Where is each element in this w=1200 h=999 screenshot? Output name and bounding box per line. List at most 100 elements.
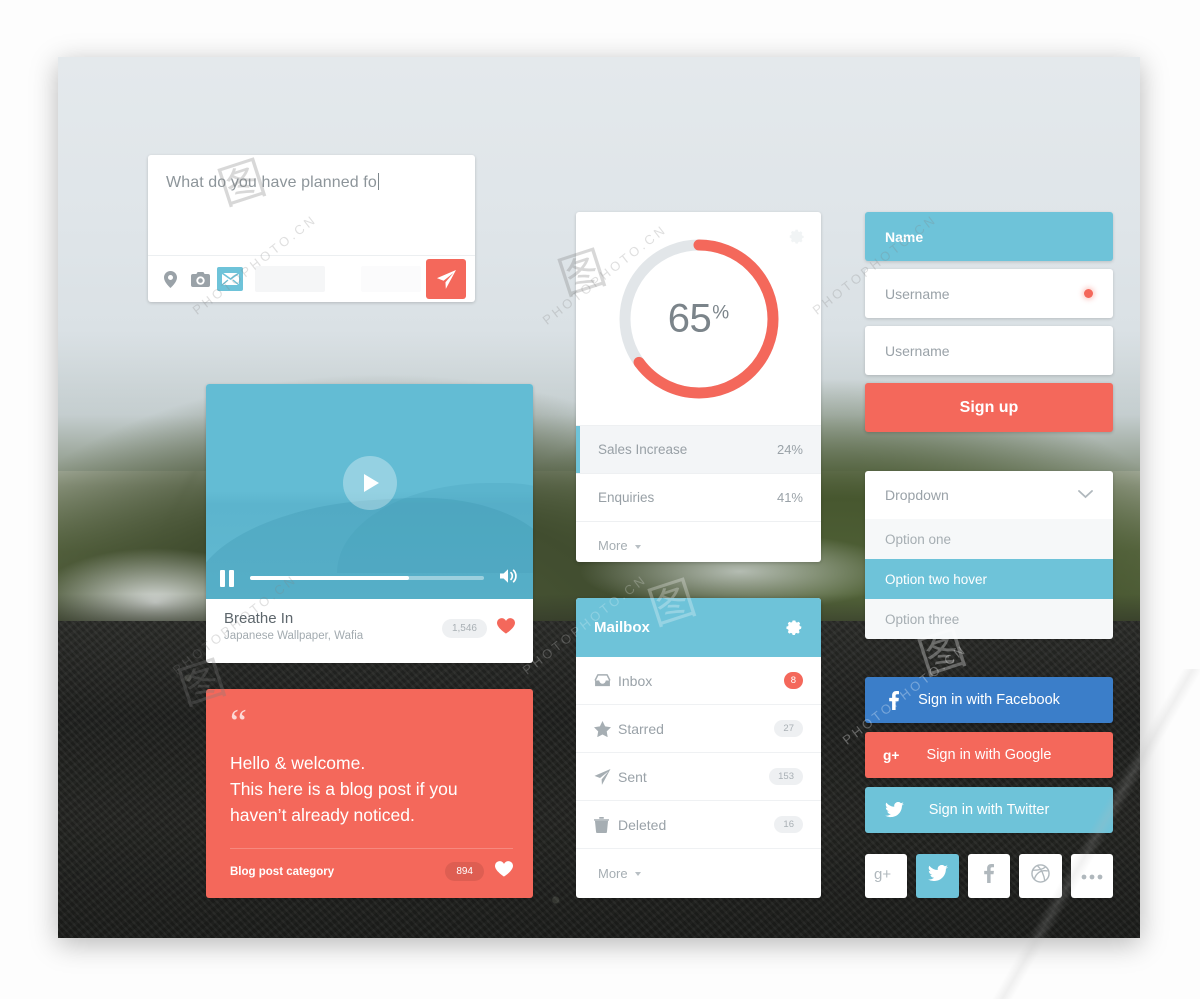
social-signin-group: Sign in with Facebook g+ Sign in with Go… <box>865 677 1113 842</box>
mailbox-more-button[interactable]: More <box>576 849 821 897</box>
stat-value: 24% <box>776 442 803 457</box>
signup-button[interactable]: Sign up <box>865 383 1113 432</box>
mailbox-badge: 8 <box>783 672 803 689</box>
inbox-icon <box>594 674 618 687</box>
name-field[interactable]: Name <box>865 212 1113 261</box>
mailbox-header: Mailbox <box>576 598 821 657</box>
dropdown-toggle[interactable]: Dropdown <box>865 471 1113 519</box>
heart-icon[interactable] <box>494 861 514 882</box>
google-plus-icon: g+ <box>883 748 905 763</box>
signup-form: Name Username Username Sign up <box>865 212 1113 432</box>
dropdown: Dropdown Option one Option two hover Opt… <box>865 471 1113 639</box>
play-triangle-icon <box>364 473 379 492</box>
blog-line-1: Hello & welcome. <box>230 752 366 773</box>
location-pin-icon[interactable] <box>157 267 183 291</box>
caret-down-icon <box>634 872 641 876</box>
compose-textarea[interactable]: What do you have planned fo <box>148 155 475 255</box>
google-plus-icon: g+ <box>874 866 898 887</box>
social-square-facebook[interactable] <box>967 854 1011 898</box>
compose-ghost-field-b <box>361 266 421 292</box>
volume-icon[interactable] <box>500 568 519 589</box>
signin-twitter-button[interactable]: Sign in with Twitter <box>865 787 1113 833</box>
stats-card: 65% Sales Increase 24% Enquiries 41% Mor… <box>576 212 821 562</box>
stat-value: 41% <box>776 490 803 505</box>
svg-text:g+: g+ <box>883 748 899 763</box>
mailbox-row-inbox[interactable]: Inbox 8 <box>576 657 821 705</box>
ui-canvas: What do you have planned fo Breathe In J… <box>58 57 1140 938</box>
dropdown-option-three[interactable]: Option three <box>865 599 1113 639</box>
dropdown-option-one[interactable]: Option one <box>865 519 1113 559</box>
gear-icon[interactable] <box>787 226 805 249</box>
dropdown-option-label: Option one <box>885 531 952 547</box>
donut-unit: % <box>712 302 730 323</box>
signin-twitter-label: Sign in with Twitter <box>928 802 1050 818</box>
dropdown-option-two[interactable]: Option two hover <box>865 559 1113 599</box>
sent-icon <box>594 768 618 785</box>
social-icon-row: g+ <box>865 854 1114 898</box>
heart-icon[interactable] <box>496 618 516 639</box>
svg-text:g+: g+ <box>874 866 891 882</box>
blog-category-label[interactable]: Blog post category <box>230 866 334 878</box>
twitter-icon <box>883 802 905 818</box>
player-stage[interactable] <box>206 384 533 599</box>
compose-ghost-field-a <box>255 266 325 292</box>
signin-facebook-label: Sign in with Facebook <box>918 692 1060 708</box>
chevron-down-icon <box>1078 486 1093 504</box>
pause-button[interactable] <box>220 569 234 587</box>
blog-body: Hello & welcome. This here is a blog pos… <box>230 750 509 828</box>
username-field-label: Username <box>885 285 950 302</box>
signin-facebook-button[interactable]: Sign in with Facebook <box>865 677 1113 723</box>
error-dot-icon <box>1084 289 1093 298</box>
star-icon <box>594 720 618 737</box>
stat-row-enquiries[interactable]: Enquiries 41% <box>576 473 821 521</box>
play-button[interactable] <box>342 455 397 510</box>
mailbox-badge: 153 <box>769 768 803 785</box>
username-field[interactable]: Username <box>865 269 1113 318</box>
stats-more-button[interactable]: More <box>576 521 821 562</box>
facebook-icon <box>984 864 995 888</box>
twitter-icon <box>927 864 948 887</box>
mailbox-badge: 27 <box>774 720 803 737</box>
blog-footer: Blog post category 894 <box>230 848 514 882</box>
trash-icon <box>594 816 618 833</box>
mailbox-row-label: Deleted <box>618 816 667 833</box>
gear-icon[interactable] <box>784 616 803 640</box>
mailbox-row-sent[interactable]: Sent 153 <box>576 753 821 801</box>
mailbox-row-deleted[interactable]: Deleted 16 <box>576 801 821 849</box>
username-confirm-field[interactable]: Username <box>865 326 1113 375</box>
mailbox-row-label: Starred <box>618 720 664 737</box>
stat-label: Enquiries <box>598 490 655 505</box>
blog-line-3: haven’t already noticed. <box>230 804 415 825</box>
social-square-twitter[interactable] <box>916 854 959 898</box>
blog-line-2: This here is a blog post if you <box>230 778 458 799</box>
envelope-icon[interactable] <box>217 267 243 291</box>
more-dots-icon <box>1081 867 1103 885</box>
mailbox-row-starred[interactable]: Starred 27 <box>576 705 821 753</box>
stat-label: Sales Increase <box>598 442 688 457</box>
camera-icon[interactable] <box>187 267 213 291</box>
username-confirm-label: Username <box>885 342 950 359</box>
compose-box[interactable]: What do you have planned fo <box>148 155 475 302</box>
mailbox-row-label: Sent <box>618 768 647 785</box>
progress-fill <box>250 576 410 580</box>
social-square-google-plus[interactable]: g+ <box>865 854 908 898</box>
like-count: 1,546 <box>441 619 487 638</box>
dropdown-option-label: Option three <box>885 611 960 627</box>
mailbox-title: Mailbox <box>594 619 650 636</box>
dribbble-icon <box>1031 864 1050 888</box>
social-square-dribbble[interactable] <box>1019 854 1062 898</box>
mailbox-badge: 16 <box>774 816 803 833</box>
blog-post-card[interactable]: “ Hello & welcome. This here is a blog p… <box>206 689 533 898</box>
player-meta: Breathe In Japanese Wallpaper, Wafia 1,5… <box>206 599 533 663</box>
quote-mark-icon: “ <box>230 702 247 744</box>
stat-row-sales-increase[interactable]: Sales Increase 24% <box>576 425 821 473</box>
donut-number: 65 <box>667 296 712 340</box>
name-field-label: Name <box>885 228 924 245</box>
send-button[interactable] <box>426 259 466 299</box>
mailbox-card: Mailbox Inbox 8 Starred 27 Sent 153 Dele… <box>576 598 821 898</box>
text-caret <box>377 173 379 190</box>
social-square-more[interactable] <box>1070 854 1114 898</box>
media-player-card: Breathe In Japanese Wallpaper, Wafia 1,5… <box>206 384 533 663</box>
signin-google-button[interactable]: g+ Sign in with Google <box>865 732 1113 778</box>
progress-track[interactable] <box>250 576 484 580</box>
